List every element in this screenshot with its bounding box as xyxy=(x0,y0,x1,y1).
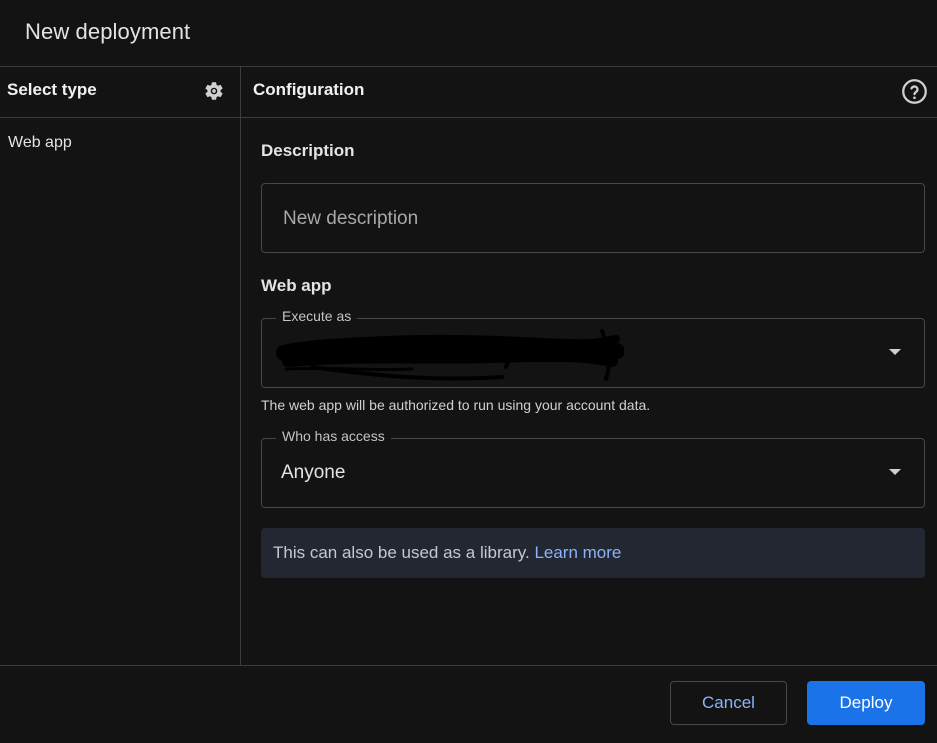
description-field xyxy=(261,183,925,253)
select-type-heading: Select type xyxy=(7,80,97,99)
library-info-text: This can also be used as a library. Lear… xyxy=(273,543,621,563)
configuration-heading: Configuration xyxy=(253,80,365,99)
chevron-down-icon xyxy=(889,469,901,475)
who-has-access-value: Anyone xyxy=(281,462,346,483)
deploy-button[interactable]: Deploy xyxy=(807,681,925,725)
execute-as-select[interactable]: Execute as xyxy=(261,308,925,388)
gear-icon[interactable] xyxy=(203,80,225,102)
library-info-box: This can also be used as a library. Lear… xyxy=(261,528,925,578)
cancel-button[interactable]: Cancel xyxy=(670,681,787,725)
web-app-section-label: Web app xyxy=(261,276,332,295)
description-label: Description xyxy=(261,141,355,160)
new-deployment-dialog: New deployment Select type Configuration… xyxy=(0,0,937,743)
who-has-access-select[interactable]: Who has access Anyone xyxy=(261,428,925,508)
who-has-access-label: Who has access xyxy=(276,428,391,444)
redaction-scribble xyxy=(276,329,624,381)
subheader-divider xyxy=(0,117,937,118)
footer-divider xyxy=(0,665,937,666)
column-divider xyxy=(240,67,241,665)
dialog-title: New deployment xyxy=(25,19,191,44)
description-input[interactable] xyxy=(281,206,885,232)
help-circle-icon[interactable] xyxy=(901,78,928,105)
execute-as-hint: The web app will be authorized to run us… xyxy=(261,397,651,413)
header-divider xyxy=(0,66,937,67)
chevron-down-icon xyxy=(889,349,901,355)
learn-more-link[interactable]: Learn more xyxy=(534,543,621,562)
library-info-message: This can also be used as a library. xyxy=(273,543,530,562)
type-item-web-app[interactable]: Web app xyxy=(8,134,72,152)
